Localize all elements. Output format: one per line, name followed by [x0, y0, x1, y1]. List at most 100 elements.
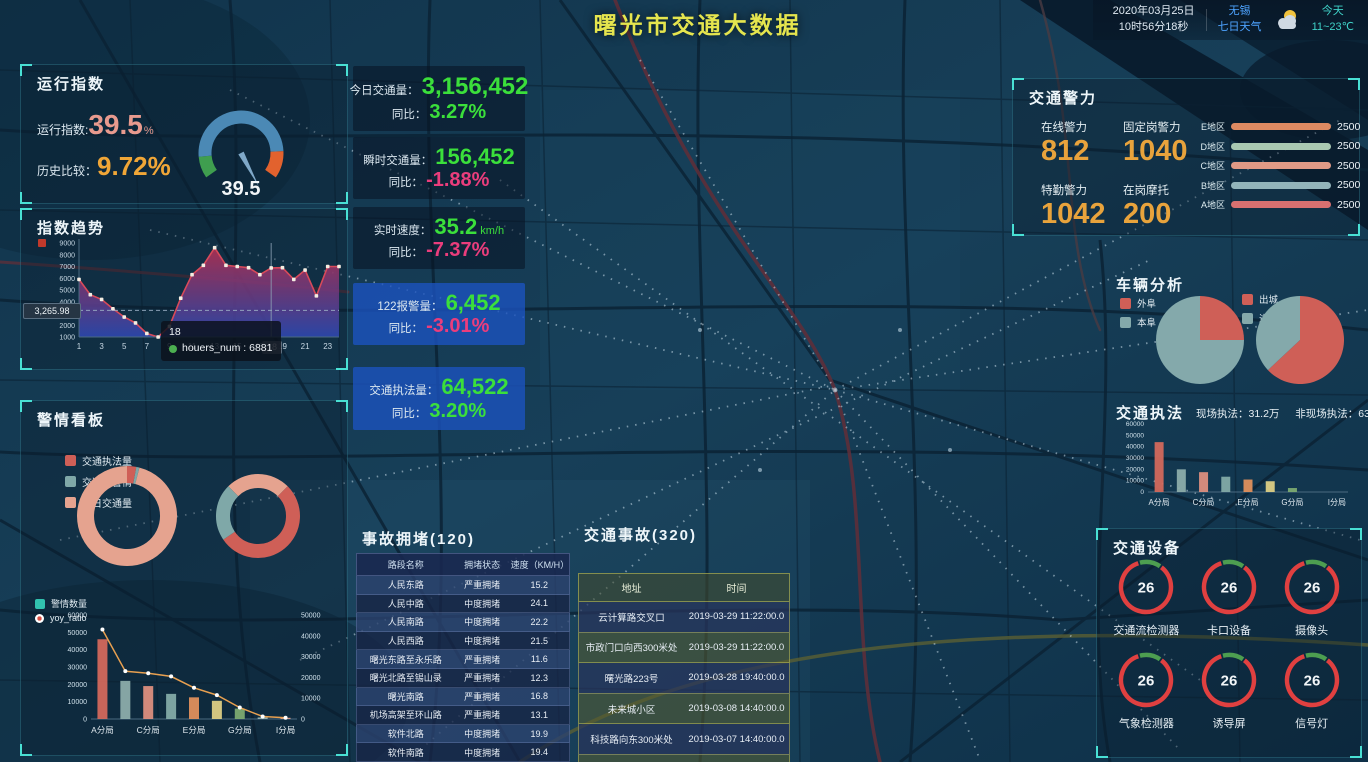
table-row[interactable]: 机场高架至环山路严重拥堵13.1 — [356, 706, 570, 725]
legend-swatch — [1120, 317, 1131, 328]
table-row[interactable]: 软件街路口2019-03-29 13:12:00.0 — [578, 755, 790, 762]
table-row[interactable]: 科技路向东300米处2019-03-07 14:40:00.0 — [578, 724, 790, 755]
table-cell: 中度拥堵 — [455, 634, 510, 647]
device-ring-chart: 26 — [1282, 650, 1342, 710]
panel-title-vehicle-analysis: 车辆分析 — [1116, 274, 1184, 295]
kpi-yoy-label: 同比： — [392, 109, 427, 122]
device-cell[interactable]: 26交通流检测器 — [1105, 557, 1188, 638]
svg-text:23: 23 — [323, 342, 332, 351]
svg-text:10000: 10000 — [68, 699, 88, 706]
table-cell: 中度拥堵 — [455, 597, 510, 610]
police-force-region-bars: E地区2500D地区2500C地区2500B地区2500A地区2500 — [1189, 117, 1357, 215]
tooltip-series-dot — [169, 345, 177, 353]
force-stat: 特勤警力1042 — [1041, 182, 1123, 229]
svg-text:I分局: I分局 — [1328, 498, 1346, 507]
kpi-card-4: 交通执法量：64,522同比：3.20% — [353, 367, 525, 429]
table-cell: 曙光北路至锡山录 — [357, 671, 455, 684]
table-cell: 人民东路 — [357, 578, 455, 591]
vehicle-legend-item[interactable]: 本阜 — [1120, 315, 1156, 329]
table-cell: 云计算路交叉口 — [579, 610, 684, 624]
table-row[interactable]: 云计算路交叉口2019-03-29 11:22:00.0 — [578, 602, 790, 633]
table-cell: 严重拥堵 — [455, 653, 510, 666]
svg-text:10000: 10000 — [1126, 478, 1144, 485]
device-ring-chart: 26 — [1116, 557, 1176, 617]
vehicle-pie-right[interactable] — [1254, 294, 1346, 386]
table-header-cell: 路段名称 — [357, 554, 455, 575]
alarm-legend-item[interactable]: yoy_ratio — [35, 613, 87, 623]
table-row[interactable]: 曙光北路至锡山录严重拥堵12.3 — [356, 669, 570, 688]
table-row[interactable]: 人民西路中度拥堵21.5 — [356, 632, 570, 651]
forecast-link[interactable]: 七日天气 — [1218, 20, 1262, 36]
kpi-yoy-value: 3.20% — [429, 400, 486, 423]
kpi-label: 今日交通量： — [350, 85, 419, 98]
kpi-yoy-value: -3.01% — [426, 315, 489, 338]
table-row[interactable]: 人民东路严重拥堵15.2 — [356, 576, 570, 595]
police-board-donut-left[interactable] — [72, 461, 182, 571]
svg-text:G分局: G分局 — [228, 725, 252, 735]
table-cell: 19.9 — [510, 729, 569, 739]
table-row[interactable]: 曙光东路至永乐路严重拥堵11.6 — [356, 650, 570, 669]
panel-police-board: 警情看板 交通执法量交通类警情今日交通量 警情数量yoy_ratio 01000… — [20, 400, 348, 756]
svg-text:26: 26 — [1221, 673, 1238, 690]
svg-text:26: 26 — [1303, 673, 1320, 690]
region-label: D地区 — [1189, 140, 1225, 153]
accident-table: 地址时间云计算路交叉口2019-03-29 11:22:00.0市政门口向西30… — [578, 573, 790, 762]
vehicle-pie-left[interactable] — [1154, 294, 1246, 386]
table-cell: 2019-03-29 11:22:00.0 — [684, 611, 789, 622]
region-label: C地区 — [1189, 159, 1225, 172]
kpi-label: 122报警量： — [377, 301, 442, 314]
table-row[interactable]: 软件南路中度拥堵19.4 — [356, 743, 570, 762]
device-cell[interactable]: 26摄像头 — [1270, 557, 1353, 638]
run-index-gauge-chart[interactable]: 39.5 — [171, 95, 311, 199]
device-cell[interactable]: 26卡口设备 — [1188, 557, 1271, 638]
date-text: 2020年03月25日 — [1113, 4, 1195, 20]
kpi-value: 3,156,452 — [422, 73, 529, 101]
device-ring-grid: 26交通流检测器26卡口设备26摄像头26气象检测器26诱导屏26信号灯 — [1105, 557, 1353, 731]
history-compare-label: 历史比较： — [37, 162, 97, 179]
onsite-label: 现场执法： — [1196, 408, 1249, 420]
table-header-row: 地址时间 — [578, 573, 790, 602]
kpi-yoy-value: -1.88% — [426, 169, 489, 192]
run-index-label: 运行指数: — [37, 121, 88, 138]
device-cell[interactable]: 26诱导屏 — [1188, 650, 1271, 731]
alarm-bar-line-chart[interactable]: 0100002000030000400005000060000010000200… — [45, 601, 337, 751]
table-row[interactable]: 人民中路中度拥堵24.1 — [356, 595, 570, 614]
device-cell[interactable]: 26信号灯 — [1270, 650, 1353, 731]
region-bar-row[interactable]: B地区2500 — [1189, 176, 1357, 196]
table-row[interactable]: 曙光南路严重拥堵16.8 — [356, 688, 570, 707]
table-row[interactable]: 未来城小区2019-03-08 14:40:00.0 — [578, 694, 790, 725]
table-cell: 中度拥堵 — [455, 615, 510, 628]
region-bar-row[interactable]: A地区2500 — [1189, 195, 1357, 215]
legend-label: 警情数量 — [51, 597, 87, 610]
region-label: A地区 — [1189, 198, 1225, 211]
kpi-card-3: 122报警量：6,452同比：-3.01% — [353, 283, 525, 345]
svg-text:30000: 30000 — [68, 665, 88, 672]
table-cell: 13.1 — [510, 710, 569, 720]
force-stat: 在线警力812 — [1041, 119, 1123, 166]
device-label: 摄像头 — [1295, 622, 1328, 638]
svg-text:E分局: E分局 — [183, 725, 206, 735]
region-bar-row[interactable]: E地区2500 — [1189, 117, 1357, 137]
enforcement-bar-chart[interactable]: 0100002000030000400005000060000A分局C分局E分局… — [1112, 420, 1356, 514]
time-text: 10时56分18秒 — [1113, 20, 1195, 36]
police-board-donut-right[interactable] — [212, 470, 304, 562]
datetime-block: 2020年03月25日 10时56分18秒 — [1113, 4, 1195, 36]
force-stat-label: 在线警力 — [1041, 119, 1123, 135]
table-row[interactable]: 软件北路中度拥堵19.9 — [356, 725, 570, 744]
table-row[interactable]: 人民南路中度拥堵22.2 — [356, 613, 570, 632]
svg-text:26: 26 — [1138, 580, 1155, 597]
svg-text:1: 1 — [77, 342, 82, 351]
kpi-yoy-label: 同比： — [389, 247, 424, 260]
device-ring-chart: 26 — [1199, 650, 1259, 710]
vehicle-legend-item[interactable]: 外阜 — [1120, 296, 1156, 310]
table-row[interactable]: 市政门口向西300米处2019-03-29 11:22:00.0 — [578, 633, 790, 664]
alarm-legend-item[interactable]: 警情数量 — [35, 597, 87, 610]
device-cell[interactable]: 26气象检测器 — [1105, 650, 1188, 731]
table-row[interactable]: 曙光路223号2019-03-28 19:40:00.0 — [578, 663, 790, 694]
region-bar — [1231, 162, 1331, 169]
svg-text:A分局: A分局 — [91, 725, 114, 735]
svg-text:50000: 50000 — [1126, 432, 1144, 439]
region-bar-row[interactable]: C地区2500 — [1189, 156, 1357, 176]
region-bar-row[interactable]: D地区2500 — [1189, 137, 1357, 157]
svg-text:7: 7 — [145, 342, 150, 351]
